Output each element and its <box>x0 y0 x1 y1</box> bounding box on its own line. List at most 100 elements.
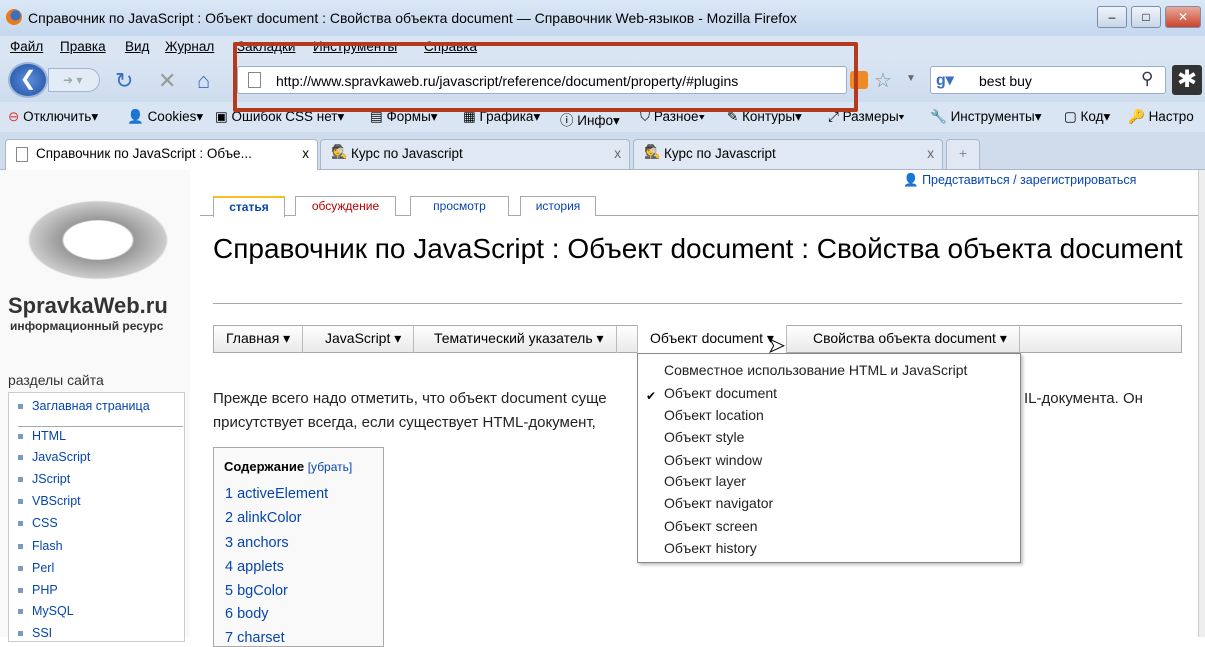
maximize-button[interactable]: □ <box>1131 6 1161 28</box>
tab-close-icon[interactable]: x <box>927 146 934 161</box>
forward-button[interactable]: ➜ ▾ <box>48 68 100 92</box>
spy-icon: 🕵 <box>644 144 661 159</box>
text: IL-документа. Он <box>1024 390 1143 407</box>
disable-icon: ⊖ <box>8 109 20 124</box>
minimize-button[interactable]: – <box>1097 6 1127 28</box>
dropdown-item[interactable]: Объект location <box>664 407 764 423</box>
dropdown-item[interactable]: Объект layer <box>664 473 746 489</box>
bookmark-tools[interactable]: 🔧 Инструменты▾ <box>930 109 1042 125</box>
tab-close-icon[interactable]: x <box>302 146 309 161</box>
firefox-icon <box>6 9 22 25</box>
intro-paragraph-line2: присутствует всегда, если существует HTM… <box>213 414 596 431</box>
close-button[interactable]: ✕ <box>1165 6 1201 28</box>
toc-header: Содержание [убрать] <box>224 459 352 474</box>
sidebar-link-vbscript[interactable]: VBScript <box>18 494 81 508</box>
search-bar[interactable]: g▾ best buy ⚲ <box>930 66 1166 94</box>
login-link[interactable]: 👤 Представиться / зарегистрироваться <box>903 173 1136 188</box>
table-of-contents: Содержание [убрать] 1 activeElement 2 al… <box>213 447 384 647</box>
google-icon[interactable]: g▾ <box>936 70 954 90</box>
spy-icon: 🕵 <box>331 144 348 159</box>
sidebar-link-javascript[interactable]: JavaScript <box>18 450 90 464</box>
back-button[interactable]: ❮ <box>8 62 48 98</box>
heading-divider <box>213 303 1182 304</box>
new-tab-button[interactable]: + <box>946 139 980 169</box>
toc-item[interactable]: 1 activeElement <box>225 486 328 502</box>
tab-close-icon[interactable]: x <box>614 146 621 161</box>
bookmark-code[interactable]: ▢ Код▾ <box>1064 109 1110 125</box>
reload-icon[interactable]: ↻ <box>115 68 133 94</box>
search-icon[interactable]: ⚲ <box>1141 69 1153 89</box>
dropdown-item[interactable]: Объект navigator <box>664 495 773 511</box>
dropdown-item[interactable]: Объект history <box>664 540 757 556</box>
tab-kurs-1[interactable]: 🕵 Курс по Javascript x <box>320 139 630 169</box>
dropdown-item[interactable]: Объект screen <box>664 518 758 534</box>
window-title: Справочник по JavaScript : Объект docume… <box>28 10 797 26</box>
toc-item[interactable]: 2 alinkColor <box>225 510 302 526</box>
sidebar-link-home[interactable]: Заглавная страница <box>18 399 150 413</box>
addon-icon[interactable]: ✱ <box>1172 65 1202 95</box>
sidebar-link-php[interactable]: PHP <box>18 583 58 597</box>
tab-article[interactable]: статья <box>213 196 285 217</box>
bookmark-settings[interactable]: 🔑 Настро <box>1128 109 1194 125</box>
sidebar-link-perl[interactable]: Perl <box>18 561 54 575</box>
logo-subtitle: информационный ресурс <box>10 319 164 333</box>
dropdown-arrow-icon[interactable]: ▼ <box>906 73 916 84</box>
mouse-cursor-icon: ➤ <box>768 335 786 358</box>
toc-item[interactable]: 4 applets <box>225 559 284 575</box>
toc-hide-link[interactable]: [убрать] <box>308 460 353 474</box>
puzzle-logo-image <box>18 195 178 285</box>
tab-discussion[interactable]: обсуждение <box>295 196 396 216</box>
menu-document-object[interactable]: Объект document ▾ <box>637 325 787 353</box>
site-logo[interactable]: SpravkaWeb.ru информационный ресурс <box>8 195 183 335</box>
page-title: Справочник по JavaScript : Объект docume… <box>213 233 1183 264</box>
sidebar-link-mysql[interactable]: MySQL <box>18 604 74 618</box>
toc-item[interactable]: 6 body <box>225 606 269 622</box>
sidebar-link-ssi[interactable]: SSI <box>18 626 52 640</box>
tab-history[interactable]: история <box>520 196 596 216</box>
menu-history[interactable]: Журнал <box>165 39 214 54</box>
title-bar: Справочник по JavaScript : Объект docume… <box>0 0 1205 36</box>
sidebar-link-flash[interactable]: Flash <box>18 539 63 553</box>
menu-document-properties[interactable]: Свойства объекта document ▾ <box>801 325 1020 353</box>
stop-icon[interactable]: ✕ <box>158 68 176 94</box>
dropdown-item[interactable]: Объект style <box>664 429 744 445</box>
home-icon[interactable]: ⌂ <box>197 68 210 94</box>
tab-label: Курс по Javascript <box>351 146 463 161</box>
sidebar-link-jscript[interactable]: JScript <box>18 472 70 486</box>
bookmark-label: Инструменты <box>950 109 1035 124</box>
tab-spravochnik[interactable]: Справочник по JavaScript : Объе... x <box>5 139 318 171</box>
toc-item[interactable]: 7 charset <box>225 630 285 646</box>
search-input[interactable]: best buy <box>979 73 1032 89</box>
login-label: Представиться / зарегистрироваться <box>922 173 1137 187</box>
tab-label: Курс по Javascript <box>664 146 776 161</box>
menu-main[interactable]: Главная ▾ <box>214 325 304 353</box>
dropdown-item-selected[interactable]: Объект document <box>664 385 777 401</box>
vertical-scrollbar[interactable] <box>1198 170 1205 637</box>
star-icon[interactable]: ☆ <box>874 68 892 93</box>
menu-edit[interactable]: Правка <box>60 39 106 54</box>
tab-view[interactable]: просмотр <box>410 196 509 216</box>
dropdown-item[interactable]: Объект window <box>664 452 762 468</box>
toc-item[interactable]: 3 anchors <box>225 535 289 551</box>
bookmark-label: Код <box>1080 109 1104 124</box>
sidebar-link-html[interactable]: HTML <box>18 429 66 443</box>
tab-kurs-2[interactable]: 🕵 Курс по Javascript x <box>633 139 943 169</box>
document-object-dropdown: ✔ Совместное использование HTML и JavaSc… <box>637 353 1021 563</box>
dropdown-item[interactable]: Совместное использование HTML и JavaScri… <box>664 362 967 378</box>
sidebar-link-css[interactable]: CSS <box>18 516 58 530</box>
bookmark-label: Инфо <box>577 113 614 128</box>
sections-title: разделы сайта <box>8 372 104 388</box>
menu-view[interactable]: Вид <box>125 39 149 54</box>
menu-file[interactable]: Файл <box>10 39 43 54</box>
bookmark-info[interactable]: ⓘ Инфо▾ <box>560 109 620 129</box>
bookmark-label: Отключить <box>23 109 92 124</box>
menu-index[interactable]: Тематический указатель ▾ <box>422 325 617 353</box>
bookmark-cookies[interactable]: 👤 Cookies▾ <box>127 109 203 125</box>
bookmark-disable[interactable]: ⊖ Отключить▾ <box>8 109 98 125</box>
divider <box>18 426 183 427</box>
text: Прежде всего надо отметить, что объект d… <box>213 390 607 407</box>
toc-item[interactable]: 5 bgColor <box>225 583 288 599</box>
menu-javascript[interactable]: JavaScript ▾ <box>313 325 415 353</box>
logo-name: SpravkaWeb.ru <box>8 293 168 318</box>
toc-title: Содержание <box>224 459 305 474</box>
